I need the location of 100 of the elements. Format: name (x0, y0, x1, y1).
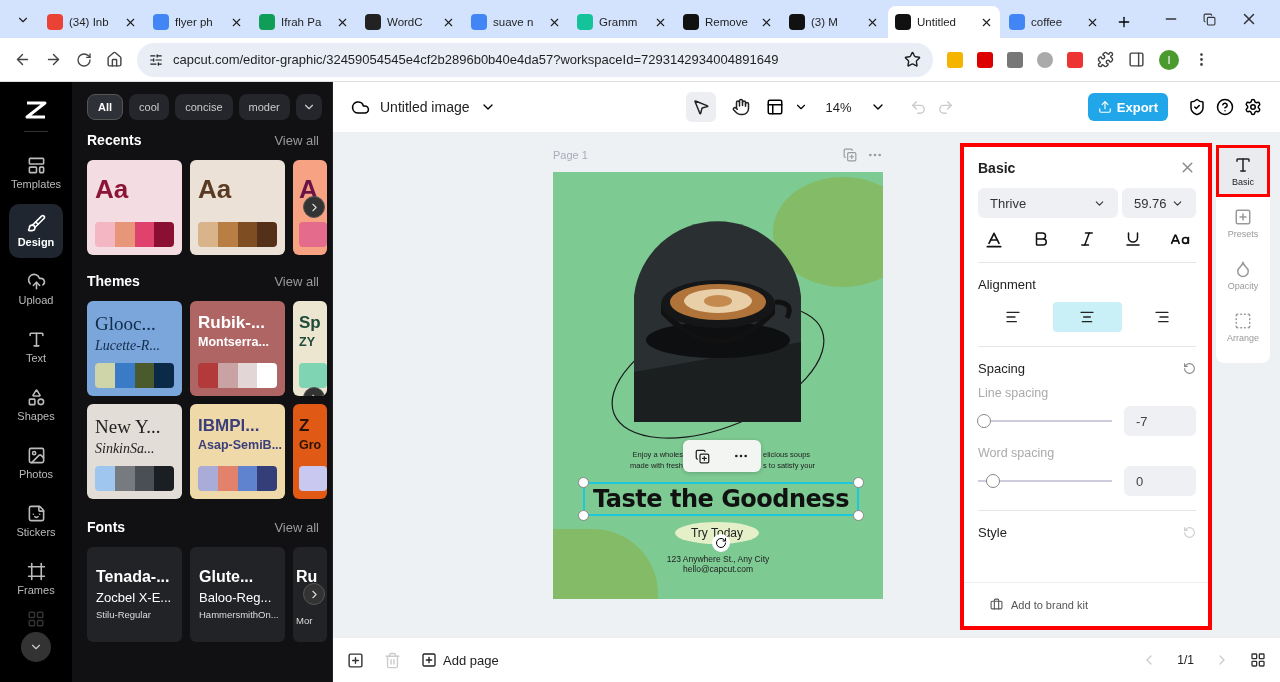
side-tab[interactable]: Basic (1216, 145, 1270, 197)
theme-font: ZY (299, 335, 316, 350)
font-name: Stilu-Regular (96, 609, 152, 622)
theme-card[interactable]: Z Gro (293, 404, 327, 499)
browser-tab[interactable]: Gramm (570, 6, 674, 38)
restore-icon[interactable] (1203, 12, 1216, 26)
url-text: capcut.com/editor-graphic/32459054545e4cf2b2896b0b40e4da57?workspaceId=7293142934004891649 (173, 52, 780, 67)
theme-card[interactable]: IBMPl... Asap-SemiB... (190, 404, 285, 499)
browser-tab[interactable]: Untitled (888, 6, 1000, 38)
address-bar[interactable]: capcut.com/editor-graphic/32459054545e4cf2b2896b0b40e4da57?workspaceId=7293142934004891649 (137, 42, 933, 77)
section-title: Spacing (978, 361, 1025, 376)
side-panel-icon[interactable] (1128, 51, 1145, 68)
rail-item[interactable]: Photos (9, 436, 63, 490)
theme-font: Lucette-R... (95, 337, 161, 354)
filter-chip[interactable]: All (87, 94, 124, 120)
rail-item[interactable]: Frames (9, 552, 63, 606)
rail-item[interactable]: Text (9, 320, 63, 374)
font-name: Baloo-Reg... (199, 590, 273, 607)
page-count: 1/1 (1177, 653, 1194, 667)
reload-icon[interactable] (76, 51, 92, 68)
theme-card[interactable]: Glooc... Lucette-R... (87, 301, 182, 396)
view-all-link[interactable]: View all (274, 132, 319, 148)
extension-icon[interactable] (977, 51, 993, 68)
browser-tab[interactable]: suave n (464, 6, 568, 38)
browser-tab[interactable]: WordC (358, 6, 462, 38)
document-title[interactable]: Untitled image (380, 99, 470, 115)
section-title: Recents (87, 132, 142, 148)
browser-tab[interactable]: (34) Inb (40, 6, 144, 38)
browser-tab[interactable]: Remove (676, 6, 780, 38)
font-select[interactable]: Thrive (978, 188, 1118, 218)
size-select[interactable]: 59.76 (1122, 188, 1196, 218)
font-card[interactable]: Tenada-... Zocbel X-E... Stilu-Regular (87, 547, 182, 642)
shield-icon[interactable] (1188, 98, 1206, 116)
browser-tab[interactable]: Ifrah Pa (252, 6, 356, 38)
filter-chip[interactable]: cool (129, 94, 170, 120)
italic-icon[interactable] (1078, 230, 1096, 248)
theme-card[interactable]: Rubik-... Montserra... (190, 301, 285, 396)
number-field[interactable]: 0 (1124, 466, 1196, 496)
resize-handle[interactable] (578, 477, 589, 488)
browser-tab[interactable]: flyer ph (146, 6, 250, 38)
extensions-icon[interactable] (1097, 51, 1114, 68)
back-icon[interactable] (14, 51, 31, 68)
settings-icon[interactable] (1244, 98, 1262, 116)
color-palette (299, 466, 327, 491)
resize-handle[interactable] (853, 510, 864, 521)
section-title: Style (978, 525, 1007, 540)
forward-icon[interactable] (45, 51, 62, 68)
font-card[interactable]: Glute... Baloo-Reg... HammersmithOn... (190, 547, 285, 642)
theme-card[interactable]: Sp ZY (293, 301, 327, 396)
rail-item[interactable]: Templates (9, 146, 63, 200)
add-page-button[interactable]: Add page (421, 652, 499, 668)
rail-item[interactable]: Upload (9, 262, 63, 316)
expand-button[interactable] (21, 632, 51, 662)
duplicate-icon[interactable] (694, 448, 710, 464)
rail-item[interactable]: Stickers (9, 494, 63, 548)
pages-icon[interactable] (1250, 652, 1266, 668)
bookmark-star-icon[interactable] (904, 51, 921, 68)
underline-icon[interactable] (1124, 230, 1142, 248)
brand-kit-button[interactable]: Add to brand kit (964, 582, 1208, 626)
rail-item[interactable]: Design (9, 204, 63, 258)
filter-chip[interactable]: concise (175, 94, 233, 120)
browser-tab[interactable]: coffee (1002, 6, 1106, 38)
help-icon[interactable] (1216, 98, 1234, 116)
rail-item[interactable]: Shapes (9, 378, 63, 432)
site-settings-icon[interactable] (149, 52, 163, 67)
view-all-link[interactable]: View all (274, 519, 319, 535)
text-color-icon[interactable] (984, 230, 1004, 250)
section-title: Themes (87, 273, 140, 289)
headline-text[interactable]: Taste the Goodness (583, 482, 859, 516)
section-title: Alignment (978, 277, 1037, 292)
zoom-level[interactable]: 14% (825, 99, 852, 115)
filter-chip[interactable]: moder (238, 94, 290, 120)
add-icon[interactable] (347, 651, 364, 669)
theme-card[interactable]: New Y... SinkinSa... (87, 404, 182, 499)
style-card[interactable]: Aa (190, 160, 285, 255)
style-card[interactable]: Aa (87, 160, 182, 255)
resize-handle[interactable] (578, 510, 589, 521)
droplet-icon (1234, 259, 1252, 278)
upload-icon (1097, 100, 1112, 114)
extension-icon[interactable] (1067, 51, 1083, 68)
shapes-icon (26, 388, 46, 407)
profile-avatar[interactable]: I (1159, 49, 1179, 70)
briefcase-icon (990, 598, 1003, 611)
resize-handle[interactable] (853, 477, 864, 488)
logo-icon (24, 99, 48, 120)
extension-icon[interactable] (1007, 51, 1023, 68)
slider-thumb[interactable] (986, 474, 1001, 488)
home-icon[interactable] (106, 51, 123, 68)
layout-icon[interactable] (765, 98, 784, 116)
new-tab-icon[interactable] (1116, 14, 1132, 30)
theme-font: Montserra... (198, 335, 270, 350)
slider-thumb[interactable] (976, 414, 991, 428)
view-all-link[interactable]: View all (274, 273, 319, 289)
reset-icon[interactable] (1183, 362, 1196, 375)
align-right-icon (1153, 309, 1170, 325)
pointer-tool[interactable] (685, 92, 716, 122)
style-card[interactable]: A (293, 160, 327, 255)
font-card[interactable]: Ru Mor (293, 547, 327, 642)
number-field[interactable]: -7 (1124, 406, 1196, 436)
browser-tab[interactable]: (3) M (782, 6, 886, 38)
